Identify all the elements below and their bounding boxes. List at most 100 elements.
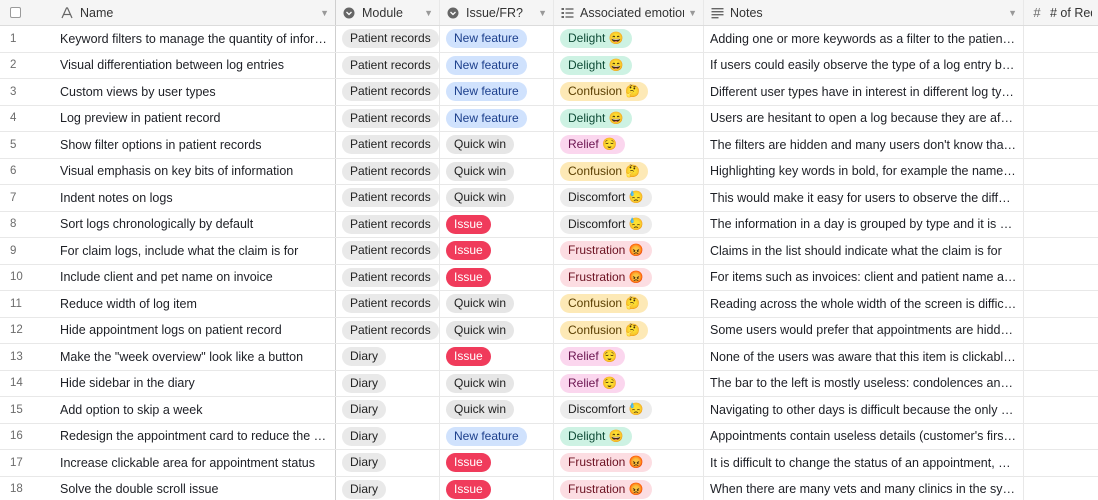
name-cell[interactable]: Show filter options in patient records	[50, 132, 336, 158]
row-number-cell[interactable]: 17	[0, 450, 50, 476]
emotion-cell[interactable]: Discomfort 😓	[554, 397, 704, 423]
emotion-cell[interactable]: Discomfort 😓	[554, 211, 704, 237]
issue-cell[interactable]: Issue	[440, 476, 554, 500]
table-row[interactable]: 2 Visual differentiation between log ent…	[0, 52, 1098, 79]
module-cell[interactable]: Patient records	[336, 105, 440, 131]
emotion-cell[interactable]: Relief 😌	[554, 370, 704, 396]
emotion-cell[interactable]: Delight 😄	[554, 105, 704, 131]
table-row[interactable]: 14 Hide sidebar in the diary Diary Quick…	[0, 370, 1098, 397]
column-header-module[interactable]: Module ▼	[336, 0, 440, 25]
requests-cell[interactable]	[1024, 291, 1098, 317]
table-row[interactable]: 10 Include client and pet name on invoic…	[0, 264, 1098, 291]
issue-cell[interactable]: Quick win	[440, 185, 554, 211]
issue-cell[interactable]: New feature	[440, 79, 554, 105]
name-cell[interactable]: Make the "week overview" look like a but…	[50, 344, 336, 370]
table-row[interactable]: 12 Hide appointment logs on patient reco…	[0, 317, 1098, 344]
notes-cell[interactable]: The information in a day is grouped by t…	[704, 211, 1024, 237]
emotion-cell[interactable]: Relief 😌	[554, 132, 704, 158]
select-all-cell[interactable]	[0, 0, 50, 25]
column-header-notes[interactable]: Notes ▼	[704, 0, 1024, 25]
name-cell[interactable]: Reduce width of log item	[50, 291, 336, 317]
notes-cell[interactable]: Appointments contain useless details (cu…	[704, 423, 1024, 449]
row-number-cell[interactable]: 5	[0, 132, 50, 158]
emotion-cell[interactable]: Frustration 😡	[554, 476, 704, 500]
notes-cell[interactable]: For items such as invoices: client and p…	[704, 264, 1024, 290]
emotion-cell[interactable]: Discomfort 😓	[554, 185, 704, 211]
issue-cell[interactable]: Quick win	[440, 370, 554, 396]
issue-cell[interactable]: Quick win	[440, 291, 554, 317]
module-cell[interactable]: Patient records	[336, 26, 440, 52]
notes-cell[interactable]: This would make it easy for users to obs…	[704, 185, 1024, 211]
table-row[interactable]: 15 Add option to skip a week Diary Quick…	[0, 397, 1098, 424]
emotion-cell[interactable]: Confusion 🤔	[554, 317, 704, 343]
row-number-cell[interactable]: 3	[0, 79, 50, 105]
table-row[interactable]: 1 Keyword filters to manage the quantity…	[0, 26, 1098, 53]
notes-cell[interactable]: When there are many vets and many clinic…	[704, 476, 1024, 500]
table-row[interactable]: 17 Increase clickable area for appointme…	[0, 450, 1098, 477]
notes-cell[interactable]: If users could easily observe the type o…	[704, 52, 1024, 78]
module-cell[interactable]: Diary	[336, 450, 440, 476]
module-cell[interactable]: Patient records	[336, 238, 440, 264]
requests-cell[interactable]	[1024, 318, 1098, 344]
table-row[interactable]: 9 For claim logs, include what the claim…	[0, 238, 1098, 265]
notes-cell[interactable]: Some users would prefer that appointment…	[704, 317, 1024, 343]
name-cell[interactable]: Log preview in patient record	[50, 105, 336, 131]
chevron-down-icon[interactable]: ▼	[320, 8, 329, 18]
row-number-cell[interactable]: 7	[0, 185, 50, 211]
name-cell[interactable]: For claim logs, include what the claim i…	[50, 238, 336, 264]
emotion-cell[interactable]: Delight 😄	[554, 423, 704, 449]
emotion-cell[interactable]: Confusion 🤔	[554, 158, 704, 184]
notes-cell[interactable]: Claims in the list should indicate what …	[704, 238, 1024, 264]
requests-cell[interactable]	[1024, 159, 1098, 185]
requests-cell[interactable]	[1024, 26, 1098, 52]
notes-cell[interactable]: Navigating to other days is difficult be…	[704, 397, 1024, 423]
requests-cell[interactable]	[1024, 238, 1098, 264]
emotion-cell[interactable]: Delight 😄	[554, 26, 704, 52]
module-cell[interactable]: Patient records	[336, 132, 440, 158]
issue-cell[interactable]: Quick win	[440, 397, 554, 423]
requests-cell[interactable]	[1024, 185, 1098, 211]
chevron-down-icon[interactable]: ▼	[688, 8, 697, 18]
module-cell[interactable]: Patient records	[336, 291, 440, 317]
issue-cell[interactable]: New feature	[440, 105, 554, 131]
table-row[interactable]: 6 Visual emphasis on key bits of informa…	[0, 158, 1098, 185]
name-cell[interactable]: Include client and pet name on invoice	[50, 264, 336, 290]
row-number-cell[interactable]: 10	[0, 265, 50, 291]
row-number-cell[interactable]: 11	[0, 291, 50, 317]
chevron-down-icon[interactable]: ▼	[538, 8, 547, 18]
module-cell[interactable]: Diary	[336, 370, 440, 396]
notes-cell[interactable]: It is difficult to change the status of …	[704, 450, 1024, 476]
row-number-cell[interactable]: 9	[0, 238, 50, 264]
module-cell[interactable]: Patient records	[336, 264, 440, 290]
requests-cell[interactable]	[1024, 477, 1098, 500]
table-row[interactable]: 4 Log preview in patient record Patient …	[0, 105, 1098, 132]
table-row[interactable]: 16 Redesign the appointment card to redu…	[0, 423, 1098, 450]
issue-cell[interactable]: Quick win	[440, 132, 554, 158]
issue-cell[interactable]: Issue	[440, 238, 554, 264]
name-cell[interactable]: Add option to skip a week	[50, 397, 336, 423]
table-row[interactable]: 3 Custom views by user types Patient rec…	[0, 79, 1098, 106]
table-row[interactable]: 7 Indent notes on logs Patient records Q…	[0, 185, 1098, 212]
row-number-cell[interactable]: 14	[0, 371, 50, 397]
issue-cell[interactable]: New feature	[440, 423, 554, 449]
name-cell[interactable]: Custom views by user types	[50, 79, 336, 105]
row-number-cell[interactable]: 13	[0, 344, 50, 370]
row-number-cell[interactable]: 6	[0, 159, 50, 185]
select-all-checkbox[interactable]	[10, 7, 21, 18]
module-cell[interactable]: Patient records	[336, 158, 440, 184]
row-number-cell[interactable]: 18	[0, 477, 50, 500]
name-cell[interactable]: Solve the double scroll issue	[50, 476, 336, 500]
column-header-emotions[interactable]: Associated emotions ▼	[554, 0, 704, 25]
name-cell[interactable]: Hide sidebar in the diary	[50, 370, 336, 396]
issue-cell[interactable]: Issue	[440, 211, 554, 237]
requests-cell[interactable]	[1024, 344, 1098, 370]
emotion-cell[interactable]: Frustration 😡	[554, 450, 704, 476]
notes-cell[interactable]: Different user types have in interest in…	[704, 79, 1024, 105]
notes-cell[interactable]: The bar to the left is mostly useless: c…	[704, 370, 1024, 396]
name-cell[interactable]: Redesign the appointment card to reduce …	[50, 423, 336, 449]
module-cell[interactable]: Patient records	[336, 317, 440, 343]
table-row[interactable]: 18 Solve the double scroll issue Diary I…	[0, 476, 1098, 500]
emotion-cell[interactable]: Confusion 🤔	[554, 291, 704, 317]
row-number-cell[interactable]: 15	[0, 397, 50, 423]
module-cell[interactable]: Diary	[336, 397, 440, 423]
